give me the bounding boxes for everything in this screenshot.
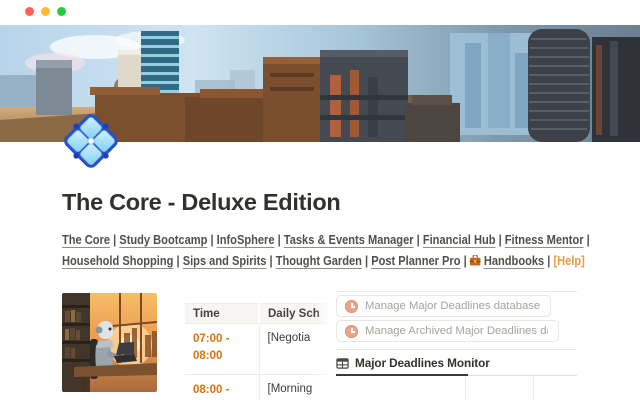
page-links: The Core | Study Bootcamp | InfoSphere |… <box>62 230 608 272</box>
button-label: Manage Archived Major Deadlines databa..… <box>365 325 548 337</box>
nav-link-infosphere[interactable]: InfoSphere <box>217 233 275 247</box>
zoom-window-icon[interactable] <box>57 7 66 16</box>
nav-link-handbooks[interactable]: Handbooks <box>470 254 544 268</box>
table-column-divider <box>533 377 534 400</box>
nav-separator: | <box>207 233 216 247</box>
tab-label: Major Deadlines Monitor <box>355 356 490 370</box>
inline-photo[interactable] <box>62 293 157 392</box>
activity-cell[interactable]: [Negotia <box>259 324 332 375</box>
nav-link-sips-and-spirits[interactable]: Sips and Spirits <box>183 254 267 268</box>
time-cell[interactable]: 08:00 - 09:00 <box>185 375 259 400</box>
nav-link-label: Thought Garden <box>276 254 362 268</box>
schedule-header-row: TimeDaily Sch <box>185 304 332 324</box>
nav-link-label: The Core <box>62 233 110 247</box>
button-label: Manage Major Deadlines database <box>365 300 540 312</box>
nav-link-label: Handbooks <box>484 254 544 268</box>
table-column-divider <box>465 377 466 400</box>
nav-separator: | <box>275 233 284 247</box>
nav-link-financial-hub[interactable]: Financial Hub <box>423 233 496 247</box>
deadline-buttons: Manage Major Deadlines database Manage Ar… <box>336 295 559 342</box>
page-title: The Core - Deluxe Edition <box>62 189 340 216</box>
nav-link-help[interactable]: [Help] <box>553 254 584 268</box>
nav-link-label: [Help] <box>553 254 584 268</box>
nav-link-label: Post Planner Pro <box>371 254 460 268</box>
minimize-window-icon[interactable] <box>41 7 50 16</box>
nav-separator: | <box>266 254 275 268</box>
divider <box>336 349 577 350</box>
button-manage-major-deadlines-database[interactable]: Manage Major Deadlines database <box>336 295 551 317</box>
divider <box>336 291 577 292</box>
button-manage-archived-major-deadlines-databa[interactable]: Manage Archived Major Deadlines databa..… <box>336 320 559 342</box>
nav-link-fitness-mentor[interactable]: Fitness Mentor <box>505 233 584 247</box>
nav-link-label: InfoSphere <box>217 233 275 247</box>
nav-separator: | <box>173 254 182 268</box>
nav-link-label: Study Bootcamp <box>119 233 207 247</box>
nav-link-the-core[interactable]: The Core <box>62 233 110 247</box>
nav-link-tasks-events-manager[interactable]: Tasks & Events Manager <box>284 233 414 247</box>
toolbox-icon <box>470 252 481 273</box>
clock-icon <box>345 300 358 313</box>
nav-link-post-planner-pro[interactable]: Post Planner Pro <box>371 254 460 268</box>
nav-link-thought-garden[interactable]: Thought Garden <box>276 254 362 268</box>
nav-separator: | <box>110 233 119 247</box>
table-row: 07:00 - 08:00[Negotia <box>185 324 332 375</box>
column-header-daily-sch[interactable]: Daily Sch <box>259 304 332 324</box>
nav-separator: | <box>584 233 590 247</box>
table-icon <box>336 357 349 370</box>
nav-link-study-bootcamp[interactable]: Study Bootcamp <box>119 233 207 247</box>
robot-at-desk-art <box>62 293 157 392</box>
column-header-time[interactable]: Time <box>185 304 259 324</box>
active-tab-underline <box>336 374 468 376</box>
tab-major-deadlines-monitor[interactable]: Major Deadlines Monitor <box>336 356 490 370</box>
schedule-body: 07:00 - 08:00[Negotia08:00 - 09:00[Morni… <box>185 324 332 400</box>
clock-icon <box>345 325 358 338</box>
nav-separator: | <box>495 233 504 247</box>
page-icon[interactable] <box>61 111 121 171</box>
time-cell[interactable]: 07:00 - 08:00 <box>185 324 259 375</box>
nav-link-label: Fitness Mentor <box>505 233 584 247</box>
activity-cell[interactable]: [Morning <box>259 375 332 400</box>
nav-link-label: Sips and Spirits <box>183 254 267 268</box>
table-row: 08:00 - 09:00[Morning <box>185 375 332 400</box>
nav-separator: | <box>414 233 423 247</box>
daily-schedule-table: TimeDaily Sch 07:00 - 08:00[Negotia08:00… <box>185 303 332 400</box>
window-titlebar <box>0 0 640 25</box>
app-window: The Core - Deluxe Edition The Core | Stu… <box>0 0 640 400</box>
nav-separator: | <box>362 254 371 268</box>
nav-separator: | <box>461 254 470 268</box>
nav-link-label: Financial Hub <box>423 233 496 247</box>
nav-link-label: Household Shopping <box>62 254 173 268</box>
diamond-gem-icon <box>61 111 121 171</box>
nav-link-label: Tasks & Events Manager <box>284 233 414 247</box>
close-window-icon[interactable] <box>25 7 34 16</box>
nav-link-household-shopping[interactable]: Household Shopping <box>62 254 173 268</box>
